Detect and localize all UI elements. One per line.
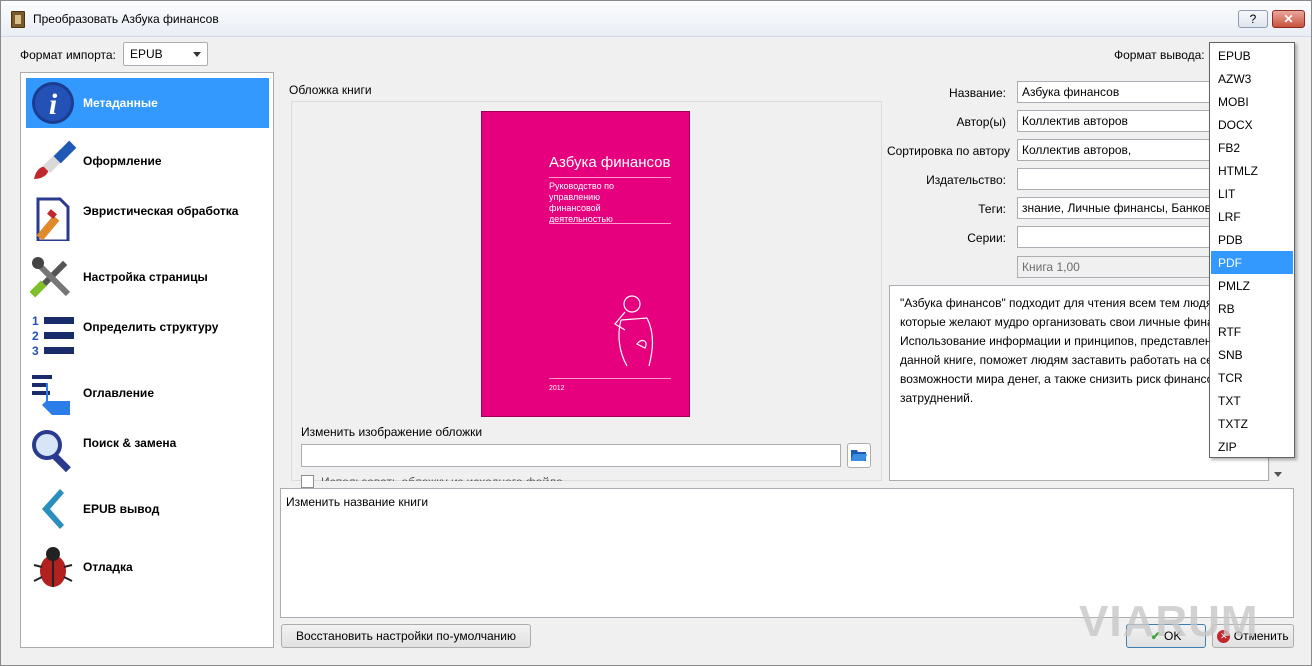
dropdown-option[interactable]: PMLZ xyxy=(1211,274,1293,297)
magnifier-icon xyxy=(32,430,71,473)
svg-text:3: 3 xyxy=(32,344,39,357)
cover-image: Азбука финансов Руководство по управлени… xyxy=(481,111,690,417)
import-format-select[interactable]: EPUB xyxy=(123,42,208,66)
output-format-label: Формат вывода: xyxy=(1114,48,1205,62)
import-format-value: EPUB xyxy=(130,47,163,61)
cover-book-year: 2012 xyxy=(549,385,565,392)
sidebar-item-label: Оглавление xyxy=(83,386,154,400)
dropdown-option[interactable]: LRF xyxy=(1211,205,1293,228)
chevron-left-icon xyxy=(42,489,64,529)
title-label: Название: xyxy=(949,86,1006,100)
change-cover-label: Изменить изображение обложки xyxy=(301,425,483,439)
close-button[interactable]: ✕ xyxy=(1272,10,1305,28)
cover-divider xyxy=(549,177,671,178)
sidebar-item-label: EPUB вывод xyxy=(83,502,160,516)
series-index-field[interactable]: Книга 1,00 xyxy=(1017,256,1213,278)
sidebar-item-label: Метаданные xyxy=(83,96,158,110)
tags-field[interactable]: знание, Личные финансы, Банковское xyxy=(1017,197,1213,219)
sidebar: i Метаданные Оформление Эвристическая об… xyxy=(20,72,274,648)
dropdown-option[interactable]: RB xyxy=(1211,297,1293,320)
sidebar-item-look-and-feel[interactable]: Оформление xyxy=(26,136,269,186)
paintbrush-icon xyxy=(34,140,76,179)
sidebar-item-label: Определить структуру xyxy=(83,320,219,334)
cover-book-subtitle: Руководство по управлению финансовой дея… xyxy=(549,181,614,224)
cover-path-input[interactable] xyxy=(301,444,841,467)
svg-text:2: 2 xyxy=(32,329,39,343)
sidebar-item-label: Настройка страницы xyxy=(83,270,208,284)
authors-field[interactable]: Коллектив авторов xyxy=(1017,110,1213,132)
cover-group-label: Обложка книги xyxy=(289,83,372,97)
dropdown-option[interactable]: TCR xyxy=(1211,366,1293,389)
convert-dialog: Преобразовать Азбука финансов ? ✕ Формат… xyxy=(0,0,1312,666)
watermark: VIARUM xyxy=(1079,597,1259,646)
svg-text:1: 1 xyxy=(32,314,39,328)
dropdown-option[interactable]: DOCX xyxy=(1211,113,1293,136)
output-format-dropdown[interactable]: EPUB AZW3 MOBI DOCX FB2 HTMLZ LIT LRF PD… xyxy=(1209,42,1295,458)
import-format-label: Формат импорта: xyxy=(20,48,116,62)
cover-divider xyxy=(549,378,671,379)
tags-label: Теги: xyxy=(978,202,1006,216)
cover-book-title: Азбука финансов xyxy=(549,154,671,171)
dropdown-option[interactable]: TXTZ xyxy=(1211,412,1293,435)
help-button[interactable]: ? xyxy=(1238,10,1268,28)
dropdown-option-highlighted[interactable]: PDF xyxy=(1211,251,1293,274)
sidebar-item-epub-output[interactable]: EPUB вывод xyxy=(26,484,269,534)
info-icon: i xyxy=(32,82,74,124)
dropdown-option[interactable]: HTMLZ xyxy=(1211,159,1293,182)
use-source-cover-checkbox[interactable] xyxy=(301,475,314,488)
sidebar-item-toc[interactable]: Оглавление xyxy=(26,368,269,418)
sidebar-item-debug[interactable]: Отладка xyxy=(26,542,269,592)
use-source-cover-label: Использовать обложку из исходного файла xyxy=(321,475,563,481)
dropdown-option[interactable]: EPUB xyxy=(1211,44,1293,67)
dropdown-option[interactable]: SNB xyxy=(1211,343,1293,366)
bug-icon xyxy=(33,547,73,587)
publisher-field[interactable] xyxy=(1017,168,1213,190)
numbered-list-icon: 1 2 3 xyxy=(32,314,74,357)
dropdown-option[interactable]: MOBI xyxy=(1211,90,1293,113)
restore-defaults-button[interactable]: Восстановить настройки по-умолчанию xyxy=(281,624,531,648)
tools-icon xyxy=(30,257,71,298)
author-sort-label: Сортировка по автору xyxy=(886,144,1010,158)
toc-hand-icon xyxy=(32,375,70,415)
dropdown-option[interactable]: TXT xyxy=(1211,389,1293,412)
cover-divider xyxy=(549,223,671,224)
document-pen-icon xyxy=(36,197,70,241)
series-label: Серии: xyxy=(967,231,1006,245)
dropdown-option[interactable]: AZW3 xyxy=(1211,67,1293,90)
sidebar-item-heuristics[interactable]: Эвристическая обработка xyxy=(26,194,269,244)
series-field[interactable] xyxy=(1017,226,1213,248)
sidebar-item-label: Оформление xyxy=(83,154,162,168)
calibre-app-icon xyxy=(11,11,25,28)
sidebar-item-label: Эвристическая обработка xyxy=(83,204,239,218)
dropdown-option[interactable]: PDB xyxy=(1211,228,1293,251)
scroll-down-icon[interactable] xyxy=(1274,472,1282,477)
dropdown-option[interactable]: ZIP xyxy=(1211,435,1293,458)
title-field[interactable]: Азбука финансов xyxy=(1017,81,1213,103)
publisher-label: Издательство: xyxy=(926,173,1006,187)
dropdown-option[interactable]: FB2 xyxy=(1211,136,1293,159)
chevron-down-icon xyxy=(193,52,201,57)
author-sort-field[interactable]: Коллектив авторов, xyxy=(1017,139,1213,161)
sidebar-item-label: Отладка xyxy=(83,560,133,574)
dropdown-option[interactable]: RTF xyxy=(1211,320,1293,343)
window-title: Преобразовать Азбука финансов xyxy=(33,12,219,26)
sidebar-item-search-replace[interactable]: Поиск & замена xyxy=(26,426,269,476)
authors-label: Автор(ы) xyxy=(956,115,1006,129)
sidebar-item-metadata[interactable]: i Метаданные xyxy=(26,78,269,128)
dropdown-option[interactable]: LIT xyxy=(1211,182,1293,205)
svg-text:i: i xyxy=(49,88,58,121)
browse-cover-button[interactable] xyxy=(847,443,871,468)
sidebar-item-label: Поиск & замена xyxy=(83,436,177,450)
cover-figure-illustration xyxy=(614,295,654,367)
sidebar-item-structure[interactable]: 1 2 3 Определить структуру xyxy=(26,310,269,360)
title-bar: Преобразовать Азбука финансов ? ✕ xyxy=(1,1,1311,37)
folder-icon xyxy=(851,450,867,461)
sidebar-item-page-setup[interactable]: Настройка страницы xyxy=(26,252,269,302)
